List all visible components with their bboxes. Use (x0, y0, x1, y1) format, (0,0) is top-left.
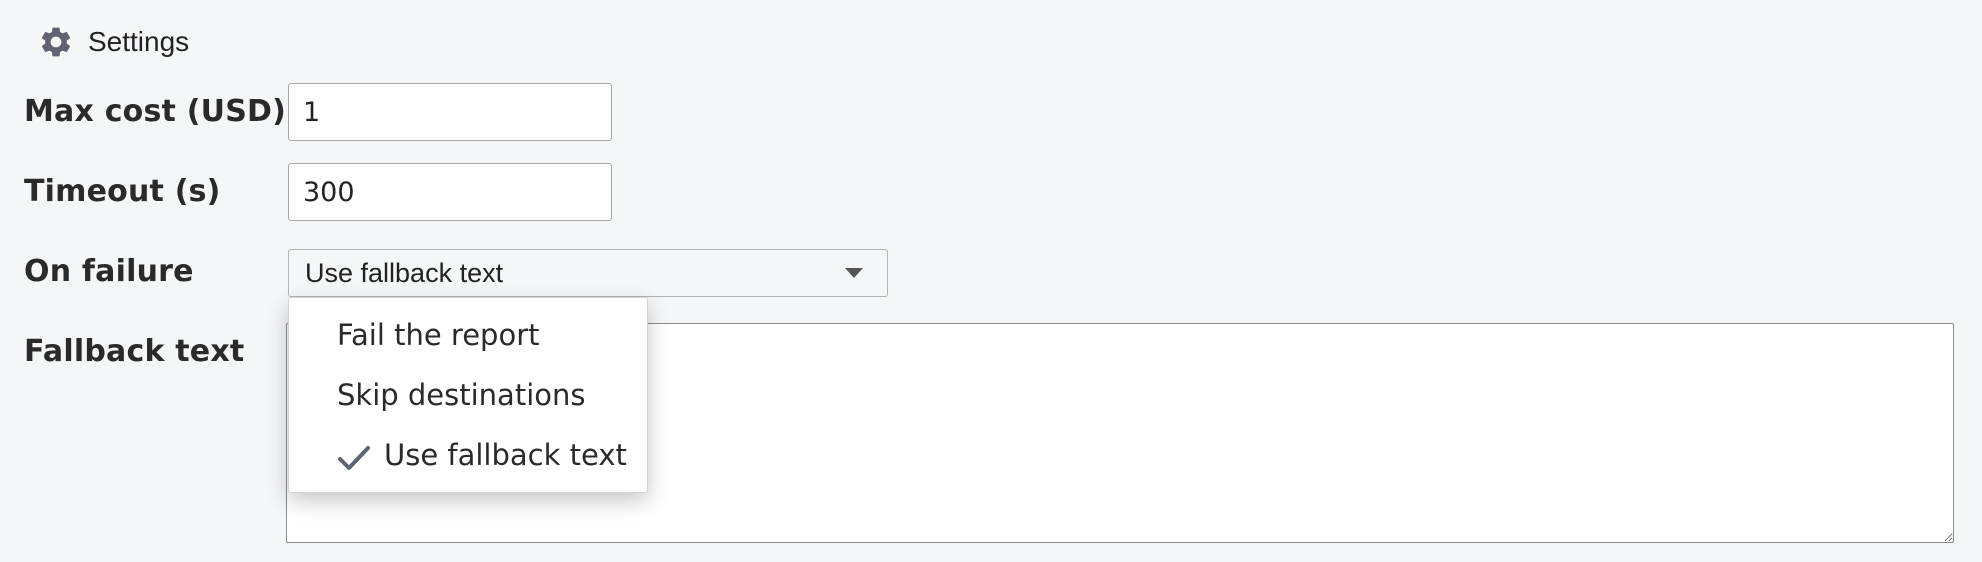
max-cost-input[interactable] (288, 83, 612, 141)
timeout-label: Timeout (s) (24, 174, 221, 209)
menu-item-fail-the-report[interactable]: Fail the report (337, 318, 540, 352)
on-failure-select[interactable]: Use fallback text (288, 249, 888, 297)
settings-header: Settings (38, 24, 189, 60)
settings-title: Settings (88, 26, 190, 57)
fallback-text-label: Fallback text (24, 334, 245, 369)
max-cost-label: Max cost (USD) (24, 94, 287, 129)
timeout-input[interactable] (288, 163, 612, 221)
on-failure-dropdown-menu: Fail the report Skip destinations Use fa… (288, 297, 648, 493)
gear-icon (38, 24, 74, 60)
on-failure-selected-value: Use fallback text (305, 257, 504, 288)
checkmark-icon (337, 444, 371, 472)
chevron-down-icon (845, 268, 863, 278)
settings-panel: Settings Max cost (USD) Timeout (s) On f… (0, 0, 1982, 562)
menu-item-skip-destinations[interactable]: Skip destinations (337, 378, 585, 412)
on-failure-label: On failure (24, 254, 194, 289)
menu-item-use-fallback-text[interactable]: Use fallback text (384, 438, 627, 472)
